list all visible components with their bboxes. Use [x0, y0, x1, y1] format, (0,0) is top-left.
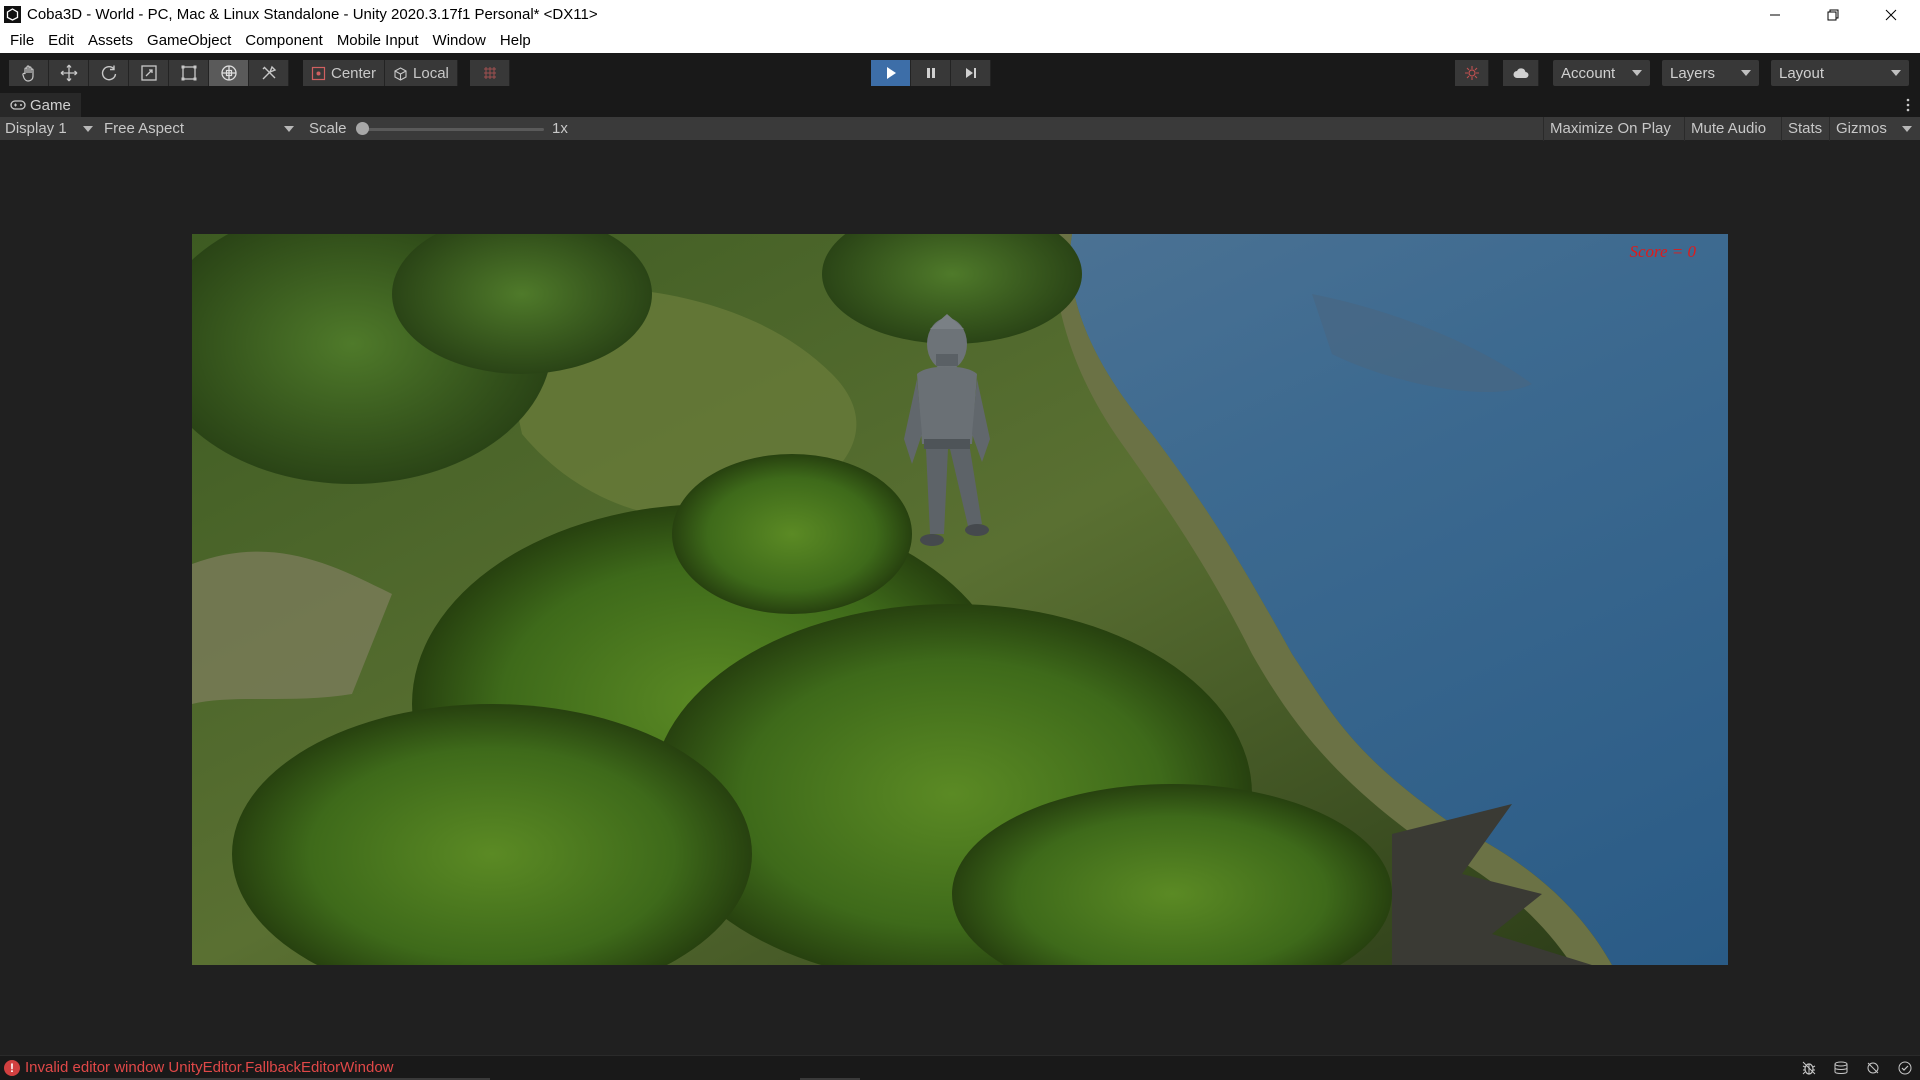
- menu-component[interactable]: Component: [238, 29, 330, 53]
- status-bar: ! Invalid editor window UnityEditor.Fall…: [0, 1055, 1920, 1080]
- layout-dropdown[interactable]: Layout: [1771, 60, 1909, 86]
- cloud-group: [1503, 60, 1539, 86]
- transform-tool-icon: [220, 65, 237, 81]
- custom-tool-icon: [262, 65, 276, 80]
- space-label: Local: [413, 64, 449, 82]
- pivot-label: Center: [331, 64, 377, 82]
- collab-icon: [1464, 66, 1479, 80]
- chevron-down-icon[interactable]: [1902, 126, 1912, 132]
- grid-snap-group: [470, 60, 510, 86]
- scale-tool-button[interactable]: [129, 60, 169, 86]
- title-bar: Coba3D - World - PC, Mac & Linux Standal…: [0, 0, 1920, 29]
- stats-toggle[interactable]: Stats: [1781, 117, 1828, 141]
- scale-slider-handle[interactable]: [356, 122, 369, 135]
- game-view-toolbar: Display 1 Free Aspect Scale 1x Maximize …: [0, 117, 1920, 141]
- lighting-icon: [1867, 1062, 1879, 1074]
- display-dropdown[interactable]: Display 1: [5, 117, 67, 141]
- transform-tool-button[interactable]: [209, 60, 249, 86]
- chevron-down-icon: [1741, 70, 1751, 76]
- rotate-tool-icon: [101, 65, 116, 81]
- account-dropdown[interactable]: Account: [1553, 60, 1650, 86]
- chevron-down-icon: [1891, 70, 1901, 76]
- step-button[interactable]: [951, 60, 991, 86]
- aspect-dropdown[interactable]: Free Aspect: [104, 117, 184, 141]
- gamepad-icon: [10, 100, 26, 110]
- status-check-button[interactable]: [1894, 1058, 1916, 1078]
- play-icon: [886, 67, 896, 79]
- play-controls: [871, 60, 991, 86]
- grid-snap-icon: [483, 67, 496, 79]
- database-icon: [1834, 1061, 1848, 1074]
- menu-file[interactable]: File: [3, 29, 41, 53]
- play-button[interactable]: [871, 60, 911, 86]
- debug-mode-button[interactable]: [1798, 1058, 1820, 1078]
- pivot-local-button[interactable]: Local: [385, 60, 458, 86]
- game-scene-render: [192, 234, 1728, 965]
- pause-icon: [926, 68, 935, 78]
- local-space-icon: [394, 66, 407, 81]
- scale-tool-icon: [140, 65, 157, 81]
- transform-tools: [9, 60, 289, 86]
- scale-slider[interactable]: [360, 128, 544, 131]
- cloud-button[interactable]: [1503, 60, 1539, 86]
- chevron-down-icon: [284, 126, 294, 132]
- more-options-icon[interactable]: [1906, 97, 1910, 113]
- score-label: Score = 0: [1629, 242, 1696, 261]
- pause-button[interactable]: [911, 60, 951, 86]
- unity-logo-icon: [4, 6, 21, 23]
- menu-mobile-input[interactable]: Mobile Input: [330, 29, 426, 53]
- collab-group: [1455, 60, 1489, 86]
- minimize-button[interactable]: [1746, 0, 1804, 29]
- main-toolbar: Center Local Account Layers Layout: [0, 53, 1920, 93]
- custom-tool-button[interactable]: [249, 60, 289, 86]
- pivot-icon: [311, 66, 326, 80]
- auto-generate-lighting-button[interactable]: [1862, 1058, 1884, 1078]
- chevron-down-icon: [83, 126, 93, 132]
- gizmos-toggle[interactable]: Gizmos: [1829, 117, 1893, 141]
- status-message[interactable]: Invalid editor window UnityEditor.Fallba…: [25, 1059, 394, 1076]
- services-button[interactable]: [1455, 60, 1489, 86]
- layers-dropdown[interactable]: Layers: [1662, 60, 1759, 86]
- move-tool-icon: [60, 64, 77, 82]
- layout-label: Layout: [1779, 64, 1825, 82]
- pivot-center-button[interactable]: Center: [303, 60, 386, 86]
- menu-bar: File Edit Assets GameObject Component Mo…: [0, 29, 1920, 53]
- rect-tool-button[interactable]: [169, 60, 209, 86]
- bug-icon: [1802, 1061, 1816, 1075]
- mute-audio-toggle[interactable]: Mute Audio: [1684, 117, 1772, 141]
- cache-server-button[interactable]: [1830, 1058, 1852, 1078]
- error-icon: !: [4, 1060, 20, 1076]
- tab-game-label: Game: [30, 96, 71, 114]
- maximize-on-play-toggle[interactable]: Maximize On Play: [1543, 117, 1677, 141]
- pivot-tools: Center Local: [303, 60, 458, 86]
- account-label: Account: [1561, 64, 1616, 82]
- close-button[interactable]: [1862, 0, 1920, 29]
- hand-tool-icon: [21, 65, 34, 82]
- hand-tool-button[interactable]: [9, 60, 49, 86]
- rotate-tool-button[interactable]: [89, 60, 129, 86]
- scale-value: 1x: [552, 120, 568, 137]
- scale-label: Scale: [309, 120, 347, 137]
- rect-tool-icon: [181, 65, 196, 81]
- tab-strip: Game: [0, 93, 1920, 117]
- layers-label: Layers: [1670, 64, 1716, 82]
- restore-button[interactable]: [1804, 0, 1862, 29]
- game-viewport[interactable]: Score = 0: [192, 234, 1728, 965]
- tab-game[interactable]: Game: [0, 93, 81, 117]
- restore-icon: [1827, 9, 1839, 20]
- menu-edit[interactable]: Edit: [41, 29, 81, 53]
- menu-window[interactable]: Window: [426, 29, 493, 53]
- cloud-icon: [1513, 68, 1528, 78]
- menu-gameobject[interactable]: GameObject: [140, 29, 238, 53]
- menu-assets[interactable]: Assets: [81, 29, 140, 53]
- grid-snap-button[interactable]: [470, 60, 510, 86]
- chevron-down-icon: [1632, 70, 1642, 76]
- menu-help[interactable]: Help: [493, 29, 538, 53]
- step-icon: [965, 68, 976, 78]
- minimize-icon: [1770, 14, 1780, 15]
- move-tool-button[interactable]: [49, 60, 89, 86]
- check-icon: [1898, 1061, 1912, 1075]
- close-icon: [1885, 9, 1897, 20]
- window-title: Coba3D - World - PC, Mac & Linux Standal…: [27, 6, 598, 23]
